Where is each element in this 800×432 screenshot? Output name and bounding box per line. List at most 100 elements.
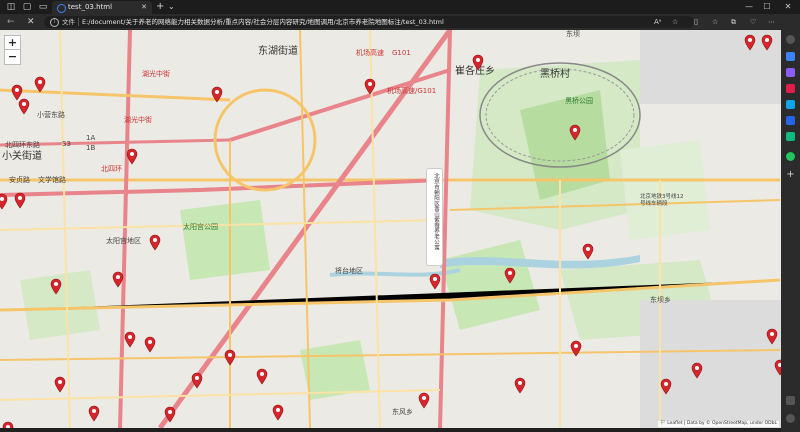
map-label-wenxue: 文学馆路 — [38, 176, 66, 184]
edge-sidebar: + — [781, 30, 800, 432]
zoom-out-button[interactable]: − — [4, 49, 21, 65]
tab-title: test_03.html — [68, 3, 113, 11]
map-attribution[interactable]: 🏳 Leaflet | Data by © OpenStreetMap, und… — [658, 421, 779, 427]
map-marker-pin[interactable] — [256, 368, 268, 385]
map-marker-pin[interactable] — [761, 34, 773, 51]
split-screen-icon[interactable]: ▯ — [694, 16, 698, 28]
stop-button[interactable]: ✕ — [27, 17, 35, 27]
map-marker-pin[interactable] — [211, 86, 223, 103]
search-icon[interactable] — [786, 35, 795, 44]
map-marker-pin[interactable] — [504, 267, 516, 284]
map-marker-pin[interactable] — [14, 192, 26, 209]
tab-favicon-icon — [57, 4, 66, 13]
map-marker-pin[interactable] — [149, 234, 161, 251]
map-marker-pin[interactable] — [364, 78, 376, 95]
map-marker-pin[interactable] — [144, 336, 156, 353]
map-marker-pin[interactable] — [50, 278, 62, 295]
map-marker-pin[interactable] — [164, 406, 176, 423]
favorite-star-icon[interactable]: ☆ — [672, 16, 678, 28]
map-label-taiyanggong-park: 太阳宫公园 — [183, 223, 218, 231]
add-sidebar-app-icon[interactable]: + — [786, 170, 795, 180]
map-label-s3: S3 — [62, 140, 71, 148]
address-bar[interactable]: i 文件 E:/document/关于养老的网络能力相关数据分析/重点内容/社会… — [44, 16, 694, 28]
map-marker-pin[interactable] — [582, 243, 594, 260]
office-icon[interactable] — [786, 100, 795, 109]
status-strip — [0, 428, 781, 432]
map-label-dongba: 东坝乡 — [650, 296, 671, 304]
tab-bar: ◫ ▢ ▭ test_03.html ✕ + ⌄ — ☐ ✕ — [0, 0, 800, 14]
map-marker-pin[interactable] — [514, 377, 526, 394]
map-marker-pin[interactable] — [54, 376, 66, 393]
tools-icon[interactable] — [786, 84, 795, 93]
minimize-button[interactable]: — — [742, 0, 756, 14]
map-marker-pin[interactable] — [418, 392, 430, 409]
maximize-button[interactable]: ☐ — [760, 0, 774, 14]
map-marker-pin[interactable] — [744, 34, 756, 51]
info-icon[interactable]: i — [50, 18, 59, 27]
map-label-hugang-2: 湖光中街 — [124, 116, 152, 124]
map-marker-pin[interactable] — [88, 405, 100, 422]
shopping-icon[interactable] — [786, 68, 795, 77]
map-marker-pin[interactable] — [224, 349, 236, 366]
map-marker-pin[interactable] — [18, 98, 30, 115]
vertical-tabs-icon[interactable]: ▭ — [38, 2, 48, 12]
map-marker-pin[interactable] — [0, 193, 8, 210]
map-marker-pin[interactable] — [34, 76, 46, 93]
games-icon[interactable] — [786, 132, 795, 141]
map-label-subway-depot: 北京地铁3号线12号线车辆段 — [640, 194, 684, 207]
map-label-heiqiao: 黑桥村 — [540, 69, 570, 80]
map-label-dongsi: 东湖街道 — [258, 46, 298, 57]
map-marker-pin[interactable] — [124, 331, 136, 348]
map-marker-pin[interactable] — [472, 54, 484, 71]
popup-text: 北京市朝阳区香山紫薇养老公寓 — [433, 173, 439, 250]
tab-actions-menu-button[interactable]: ⌄ — [168, 1, 175, 13]
copilot-icon[interactable] — [786, 52, 795, 61]
collections-icon[interactable]: ⧉ — [731, 16, 736, 28]
map-marker-pin[interactable] — [691, 362, 703, 379]
outlook-icon[interactable] — [786, 116, 795, 125]
map-marker-pin[interactable] — [112, 271, 124, 288]
new-tab-button[interactable]: + — [156, 1, 164, 13]
map-label-1a: 1A — [86, 134, 96, 142]
map-marker-pin[interactable] — [191, 372, 203, 389]
read-aloud-icon[interactable]: Aᵃ — [654, 16, 662, 28]
map-canvas[interactable]: + − 东湖街道 机场高速 G101 机场高速/G101 崔各庄乡 黑桥村 黑桥… — [0, 30, 781, 428]
map-marker-pin[interactable] — [774, 359, 781, 376]
settings-gear-icon[interactable] — [786, 414, 795, 423]
profile-icon[interactable]: ◫ — [6, 2, 16, 12]
map-marker-pin[interactable] — [766, 328, 778, 345]
tab-test-03[interactable]: test_03.html ✕ — [52, 1, 152, 14]
map-label-dongfeng: 东风乡 — [392, 408, 413, 416]
map-label-airport-expressway: 机场高速 — [356, 49, 384, 57]
browser-window: ◫ ▢ ▭ test_03.html ✕ + ⌄ — ☐ ✕ ← ✕ i 文件 … — [0, 0, 800, 432]
map-marker-pin[interactable] — [569, 124, 581, 141]
drop-icon[interactable] — [786, 152, 795, 161]
marker-popup: 北京市朝阳区香山紫薇养老公寓 — [426, 168, 443, 266]
divider — [78, 18, 79, 26]
map-label-beisihuan-2: 北四环 — [101, 165, 122, 173]
map-label-1b: 1B — [86, 144, 96, 152]
map-label-jiangtai: 将台地区 — [335, 267, 363, 275]
map-label-taiyanggong: 太阳宫地区 — [106, 237, 141, 245]
tab-close-button[interactable]: ✕ — [141, 2, 147, 13]
map-marker-pin[interactable] — [429, 273, 441, 290]
map-label-xiaoguan: 小关街道 — [2, 151, 42, 162]
map-label-hugang: 湖光中街 — [142, 70, 170, 78]
more-menu-icon[interactable]: ⋯ — [768, 16, 775, 28]
map-marker-pin[interactable] — [126, 148, 138, 165]
favorites-icon[interactable]: ☆ — [712, 16, 718, 28]
map-label-airport-expressway-2: 机场高速/G101 — [387, 87, 437, 95]
close-window-button[interactable]: ✕ — [781, 0, 795, 14]
sidebar-layout-icon[interactable] — [786, 396, 795, 405]
map-marker-pin[interactable] — [2, 421, 14, 428]
map-label-dongba-top: 东坝 — [566, 30, 580, 38]
map-marker-pin[interactable] — [570, 340, 582, 357]
extensions-icon[interactable]: ♡ — [750, 16, 756, 28]
workspaces-icon[interactable]: ▢ — [22, 2, 32, 12]
url-text[interactable]: E:/document/关于养老的网络能力相关数据分析/重点内容/社会分层内容研… — [82, 16, 444, 28]
map-label-heiqiao-park: 黑桥公园 — [565, 97, 593, 105]
back-button[interactable]: ← — [7, 17, 15, 27]
map-label-xiaoying: 小营东路 — [37, 111, 65, 119]
map-marker-pin[interactable] — [660, 378, 672, 395]
map-marker-pin[interactable] — [272, 404, 284, 421]
